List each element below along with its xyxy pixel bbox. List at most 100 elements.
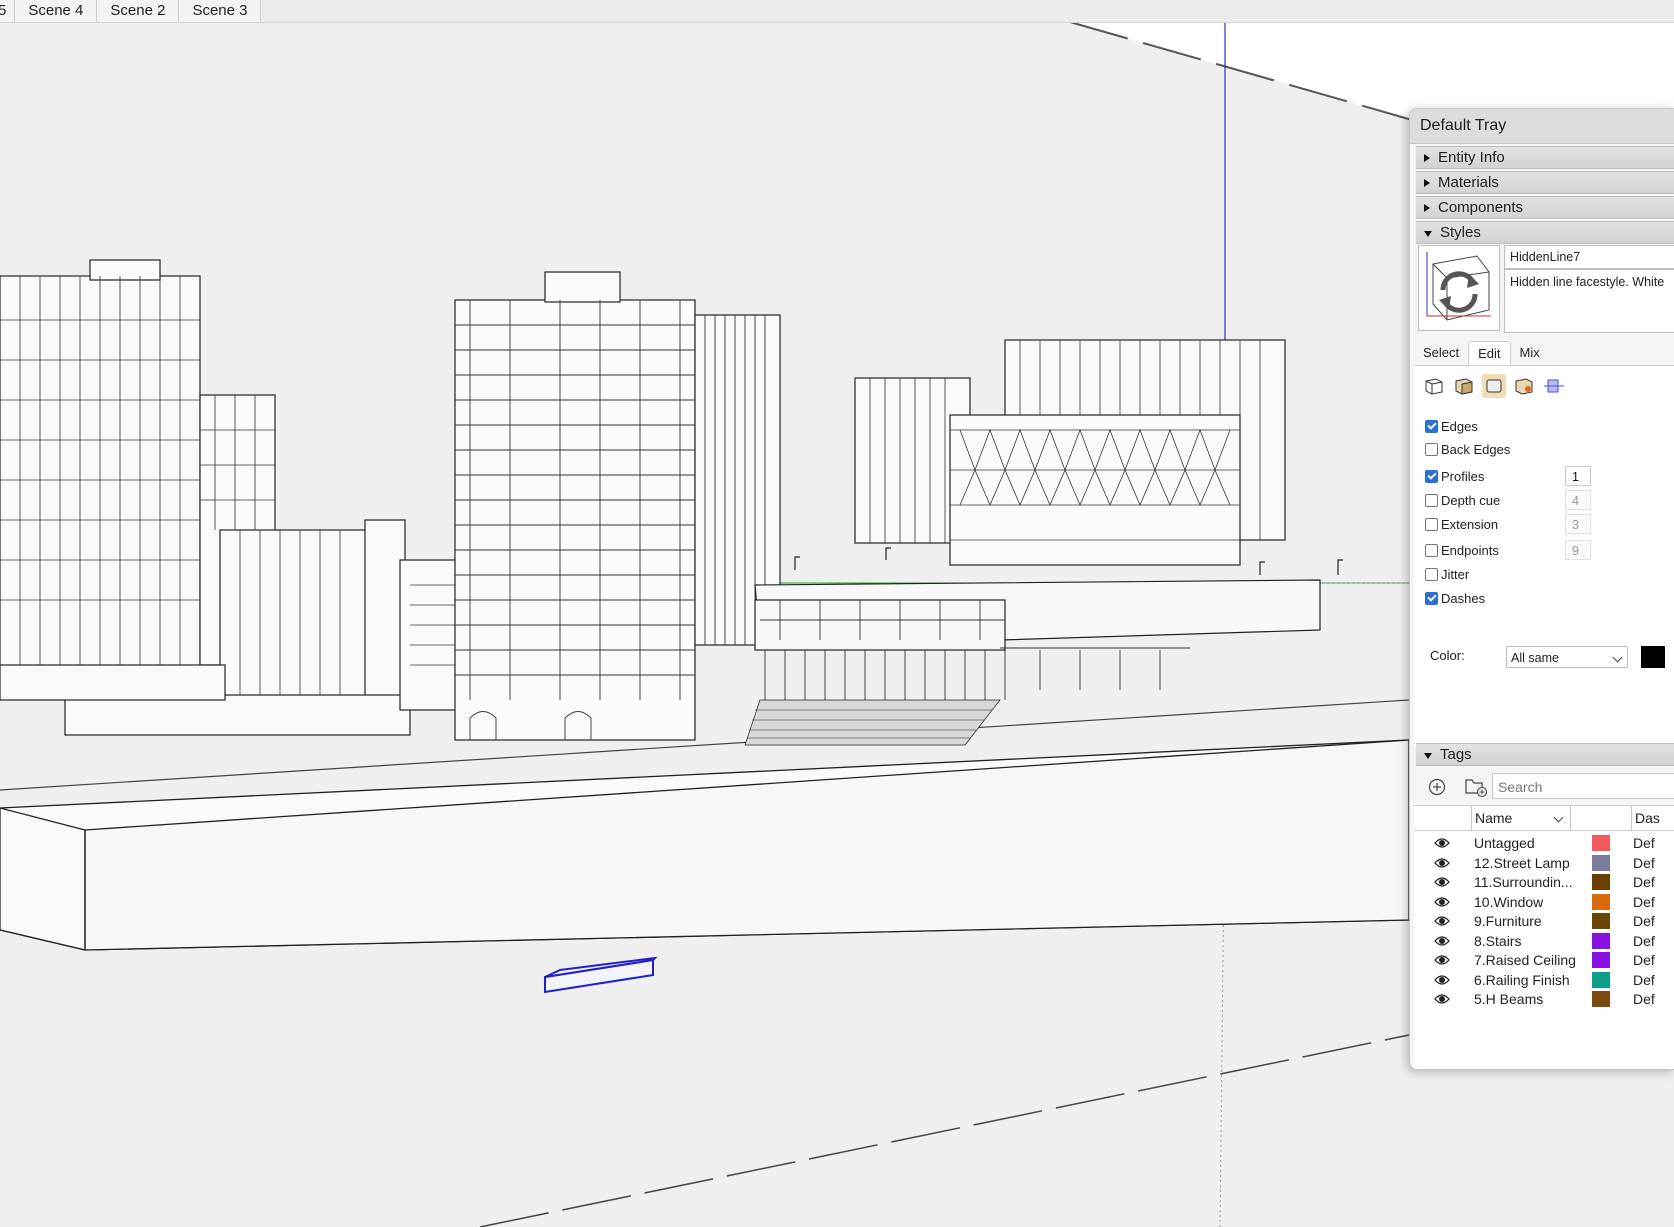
tag-dashes[interactable]: Def (1633, 970, 1655, 990)
face-settings-icon[interactable] (1452, 374, 1476, 398)
tag-dashes[interactable]: Def (1633, 892, 1655, 912)
tag-color-swatch[interactable] (1592, 854, 1610, 871)
tag-color-swatch[interactable] (1592, 874, 1610, 890)
depth-cue-checkbox[interactable] (1425, 493, 1438, 507)
tag-row[interactable]: 12.Street Lamp Def (1414, 853, 1674, 873)
option-label: Jitter (1441, 566, 1470, 582)
edges-checkbox[interactable] (1425, 419, 1438, 433)
tag-color-swatch[interactable] (1592, 835, 1610, 851)
scene-tabs: 5 Scene 4 Scene 2 Scene 3 (0, 0, 1674, 23)
jitter-checkbox[interactable] (1425, 567, 1438, 581)
extension-option: Extension (1425, 514, 1498, 534)
tag-row[interactable]: Untagged Def (1414, 833, 1674, 853)
tag-name[interactable]: 9.Furniture (1474, 911, 1584, 931)
edge-color-swatch[interactable] (1641, 646, 1665, 668)
style-thumbnail[interactable] (1418, 245, 1500, 331)
visibility-eye-icon[interactable] (1434, 914, 1450, 928)
tag-row[interactable]: 6.Railing Finish Def (1414, 970, 1674, 990)
tag-dashes[interactable]: Def (1633, 950, 1655, 970)
scene-tab-scene-2[interactable]: Scene 2 (97, 0, 180, 22)
tag-color-swatch[interactable] (1592, 952, 1610, 968)
tag-color-swatch[interactable] (1592, 913, 1610, 929)
panel-label: Components (1438, 199, 1524, 216)
visibility-eye-icon[interactable] (1434, 836, 1450, 850)
tag-color-swatch[interactable] (1592, 991, 1610, 1007)
visibility-eye-icon[interactable] (1434, 934, 1450, 948)
panel-materials[interactable]: Materials (1416, 171, 1674, 194)
endpoints-checkbox[interactable] (1425, 543, 1438, 557)
visibility-eye-icon[interactable] (1434, 953, 1450, 967)
extension-field[interactable]: 3 (1565, 514, 1591, 534)
option-label: Extension (1441, 516, 1499, 532)
tag-row[interactable]: 8.Stairs Def (1414, 931, 1674, 951)
tag-name[interactable]: 10.Window (1474, 892, 1584, 912)
tag-dashes[interactable]: Def (1633, 833, 1655, 853)
tag-name[interactable]: 7.Raised Ceiling (1474, 950, 1584, 970)
expanded-arrow-icon (1424, 231, 1432, 237)
style-name-field[interactable]: HiddenLine7 (1504, 245, 1674, 269)
tag-dashes[interactable]: Def (1633, 911, 1655, 931)
tag-name[interactable]: 8.Stairs (1474, 931, 1584, 951)
edge-color-dropdown[interactable]: All same (1506, 646, 1628, 668)
panel-styles[interactable]: Styles (1416, 221, 1674, 244)
tag-name[interactable]: 11.Surroundin... (1474, 872, 1584, 892)
tag-name[interactable]: 12.Street Lamp (1474, 853, 1584, 873)
tab-select[interactable]: Select (1414, 341, 1468, 365)
tag-dashes[interactable]: Def (1633, 989, 1655, 1009)
back-edges-option: Back Edges (1425, 439, 1510, 459)
visibility-eye-icon[interactable] (1434, 973, 1450, 987)
panel-label: Materials (1438, 174, 1499, 191)
tag-color-swatch[interactable] (1592, 932, 1610, 949)
visibility-eye-icon[interactable] (1434, 875, 1450, 889)
tag-color-swatch[interactable] (1592, 971, 1610, 988)
tag-row[interactable]: 5.H Beams Def (1414, 989, 1674, 1009)
extension-checkbox[interactable] (1425, 517, 1438, 531)
add-tag-icon[interactable] (1428, 778, 1446, 796)
modeling-settings-icon[interactable] (1542, 374, 1566, 398)
tag-name[interactable]: 6.Railing Finish (1474, 970, 1584, 990)
tag-dashes[interactable]: Def (1633, 872, 1655, 892)
tag-name[interactable]: Untagged (1474, 833, 1584, 853)
add-tag-folder-icon[interactable] (1464, 776, 1488, 798)
color-label: Color: (1430, 648, 1465, 663)
tags-table-header: Name Das (1414, 806, 1674, 831)
chevron-down-icon (1612, 652, 1623, 663)
tab-mix[interactable]: Mix (1511, 341, 1549, 365)
tag-row[interactable]: 9.Furniture Def (1414, 911, 1674, 931)
visibility-eye-icon[interactable] (1434, 856, 1450, 870)
edge-settings-panel: Edges Back Edges Profiles 1 Depth cue 4 … (1414, 365, 1674, 746)
update-style-icon (1426, 252, 1491, 321)
tag-row[interactable]: 11.Surroundin... Def (1414, 872, 1674, 892)
panel-components[interactable]: Components (1416, 196, 1674, 219)
edge-settings-icon[interactable] (1422, 374, 1446, 398)
dashes-column-header[interactable]: Das (1631, 806, 1660, 830)
name-column-header[interactable]: Name (1471, 806, 1571, 830)
dashes-checkbox[interactable] (1425, 591, 1438, 605)
visibility-eye-icon[interactable] (1434, 992, 1450, 1006)
tag-dashes[interactable]: Def (1633, 931, 1655, 951)
scene-tab-scene-4[interactable]: Scene 4 (15, 0, 98, 22)
watermark-settings-icon[interactable] (1512, 374, 1536, 398)
background-settings-icon[interactable] (1482, 374, 1506, 398)
scene-tab-5[interactable]: 5 (0, 0, 16, 22)
visibility-eye-icon[interactable] (1434, 895, 1450, 909)
back-edges-checkbox[interactable] (1425, 442, 1438, 456)
tag-dashes[interactable]: Def (1633, 853, 1655, 873)
tags-search-input[interactable]: Search (1492, 773, 1674, 799)
tag-color-swatch[interactable] (1592, 893, 1610, 910)
tab-edit[interactable]: Edit (1468, 341, 1511, 365)
endpoints-field[interactable]: 9 (1565, 540, 1591, 560)
style-description-field[interactable]: Hidden line facestyle. White (1504, 269, 1674, 333)
panel-entity-info[interactable]: Entity Info (1416, 146, 1674, 169)
scene-tab-scene-3[interactable]: Scene 3 (179, 0, 262, 22)
depth-cue-field[interactable]: 4 (1565, 490, 1591, 510)
dashes-option: Dashes (1425, 588, 1485, 608)
profiles-checkbox[interactable] (1425, 469, 1438, 483)
tag-row[interactable]: 7.Raised Ceiling Def (1414, 950, 1674, 970)
tag-row[interactable]: 10.Window Def (1414, 892, 1674, 912)
edit-category-icons (1422, 374, 1566, 398)
panel-tags[interactable]: Tags (1416, 743, 1674, 766)
profiles-width-field[interactable]: 1 (1565, 466, 1591, 486)
color-column-header[interactable] (1601, 806, 1631, 830)
tag-name[interactable]: 5.H Beams (1474, 989, 1584, 1009)
